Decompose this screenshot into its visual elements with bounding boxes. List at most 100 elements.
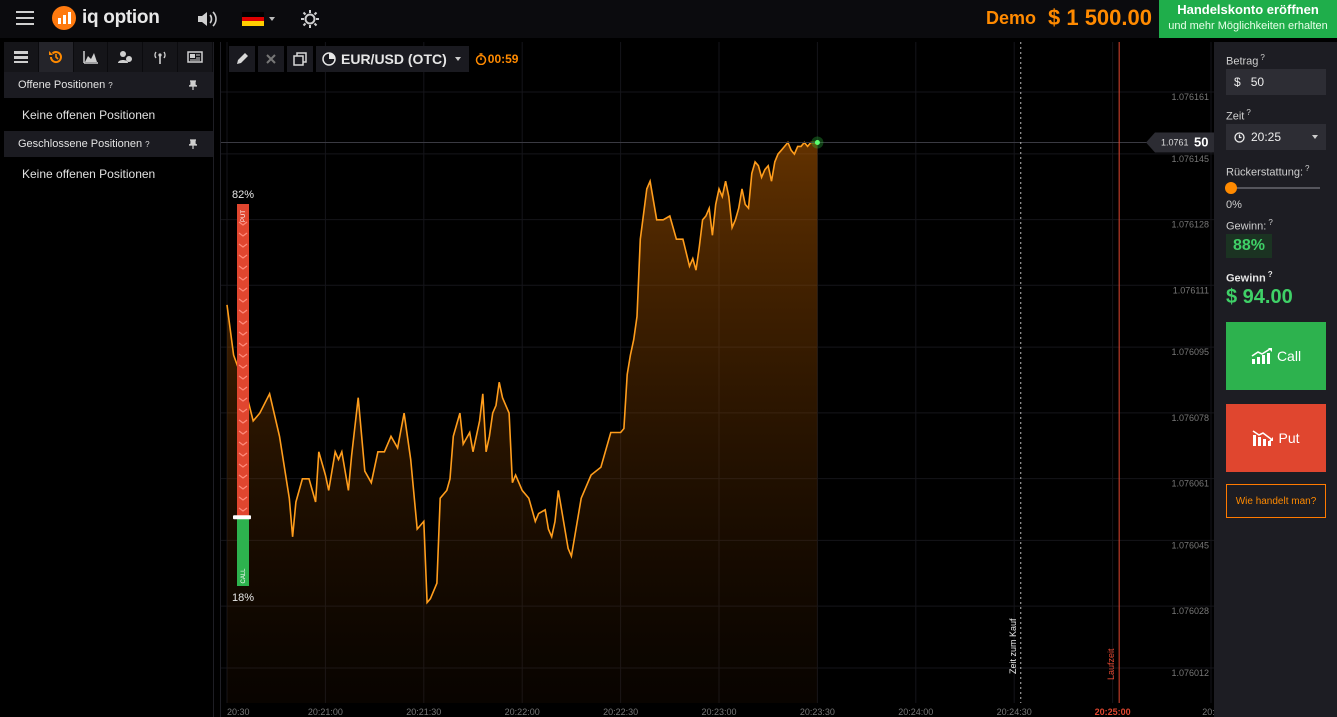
chart-icon[interactable] [74, 42, 109, 72]
logo-text: iq option [82, 7, 160, 28]
how-to-trade-button[interactable]: Wie handelt man? [1226, 484, 1326, 518]
amount-label: Betrag? [1226, 53, 1265, 68]
users-icon[interactable] [108, 42, 144, 72]
copy-icon[interactable] [287, 46, 313, 72]
left-panel-tabs [4, 42, 213, 72]
refund-value: 0% [1226, 199, 1242, 211]
put-button[interactable]: Put [1226, 404, 1326, 472]
closed-positions-title: Geschlossene Positionen [18, 138, 143, 150]
asset-selector[interactable]: EUR/USD (OTC) [316, 46, 469, 72]
call-button[interactable]: Call [1226, 322, 1326, 390]
news-icon[interactable] [178, 42, 213, 72]
y-tick-label: 1.076012 [1171, 668, 1209, 678]
amount-value: 50 [1250, 75, 1265, 89]
y-tick-label: 1.076095 [1171, 347, 1209, 357]
open-positions-title: Offene Positionen [18, 79, 106, 91]
chevron-down-icon [1312, 135, 1318, 139]
help-icon[interactable]: ? [108, 81, 112, 90]
refund-slider-handle[interactable] [1225, 182, 1237, 194]
call-percentage: 18% [232, 592, 254, 604]
open-positions-header[interactable]: Offene Positionen ? [4, 72, 213, 98]
x-tick-label: 20:22:30 [603, 707, 638, 717]
clock-icon [1234, 131, 1245, 143]
brightness-icon[interactable] [300, 9, 320, 29]
y-tick-label: 1.076161 [1171, 92, 1209, 102]
help-icon[interactable]: ? [1268, 270, 1273, 279]
amount-input[interactable]: $ 50 [1226, 69, 1326, 95]
stopwatch-icon [475, 53, 487, 65]
profit-label-text: Gewinn: [1226, 220, 1267, 233]
open-account-title: Handelskonto eröffnen [1177, 2, 1319, 17]
help-icon[interactable]: ? [1246, 108, 1250, 117]
menu-icon[interactable] [16, 11, 34, 27]
y-tick-label: 1.076128 [1171, 220, 1209, 230]
signal-icon[interactable] [143, 42, 179, 72]
refund-label: Rückerstattung:? [1226, 164, 1310, 179]
x-tick-label: 20:22:00 [505, 707, 540, 717]
trend-down-icon [1253, 430, 1274, 446]
help-icon[interactable]: ? [1268, 218, 1272, 227]
chevron-down-icon [454, 57, 461, 61]
profit-label: Gewinn:? [1226, 218, 1273, 233]
currency-symbol: $ [1234, 75, 1241, 89]
account-balance[interactable]: $ 1 500.00 [1048, 5, 1152, 31]
time-label-text: Zeit [1226, 110, 1245, 123]
flag-de-icon[interactable] [242, 12, 264, 26]
help-icon[interactable]: ? [1260, 53, 1264, 62]
expiry-countdown: 00:59 [475, 52, 519, 66]
y-tick-label: 1.076061 [1171, 479, 1209, 489]
list-icon[interactable] [4, 42, 39, 72]
gain-label-text: Gewinn [1226, 272, 1266, 285]
sentiment-divider [233, 515, 251, 520]
y-tick-label: 1.076145 [1171, 154, 1209, 164]
open-account-button[interactable]: Handelskonto eröffnen und mehr Möglichke… [1159, 0, 1337, 38]
asset-name: EUR/USD (OTC) [341, 51, 447, 67]
open-account-subtitle: und mehr Möglichkeiten erhalten [1168, 20, 1328, 32]
current-price-tag: 1.0761 50 [1146, 132, 1215, 153]
current-price-prefix: 1.0761 [1161, 138, 1189, 148]
call-bar-label: CALL [241, 568, 247, 584]
countdown-text: 00:59 [487, 52, 519, 66]
y-tick-label: 1.076111 [1173, 285, 1209, 295]
trade-panel: Betrag? $ 50 Zeit? 20:25 Rückerstattung:… [1214, 42, 1337, 717]
speaker-icon[interactable] [196, 9, 218, 29]
put-label: Put [1278, 430, 1300, 446]
pencil-icon[interactable] [229, 46, 255, 72]
account-mode-label[interactable]: Demo [986, 8, 1036, 29]
x-tick-label: 20:23:00 [701, 707, 736, 717]
expiry-label: Laufzeit [1106, 648, 1116, 680]
expiry-time-select[interactable]: 20:25 [1226, 124, 1326, 150]
x-tick-label: 20:24:00 [898, 707, 933, 717]
x-tick-label: 20:30 [227, 707, 250, 717]
time-value: 20:25 [1251, 130, 1282, 144]
language-caret-icon[interactable] [269, 17, 275, 21]
call-label: Call [1276, 348, 1302, 364]
pin-icon[interactable] [189, 80, 197, 90]
purchase-time-label: Zeit zum Kauf [1008, 618, 1018, 674]
logo-icon [52, 6, 76, 30]
history-icon[interactable] [38, 42, 74, 72]
put-percentage: 82% [232, 189, 254, 201]
trend-up-icon [1251, 348, 1272, 364]
refund-slider[interactable] [1228, 187, 1320, 189]
x-tick-label: 20:21:00 [308, 707, 343, 717]
chart-toolbar: EUR/USD (OTC) 00:59 [229, 46, 518, 72]
price-chart[interactable]: 1.076161 1.076145 1.076128 1.076111 1.076095… [221, 42, 1215, 717]
y-tick-label: 1.076045 [1171, 540, 1209, 550]
time-label: Zeit? [1226, 108, 1251, 123]
x-tick-label: 20:24:30 [997, 707, 1032, 717]
clock-icon [322, 52, 336, 66]
logo[interactable]: iq option [52, 6, 160, 30]
open-positions-empty: Keine offenen Positionen [22, 108, 156, 122]
closed-positions-empty: Keine offenen Positionen [22, 167, 156, 181]
help-icon[interactable]: ? [1305, 164, 1309, 173]
close-icon[interactable] [258, 46, 284, 72]
closed-positions-header[interactable]: Geschlossene Positionen ? [4, 131, 213, 157]
current-price-suffix: 50 [1194, 135, 1208, 150]
profit-percent-badge: 88% [1226, 234, 1272, 258]
chart-area[interactable]: 1.076161 1.076145 1.076128 1.076111 1.076095… [220, 42, 1215, 717]
pin-icon[interactable] [189, 139, 197, 149]
help-icon[interactable]: ? [145, 140, 149, 149]
left-panel: Offene Positionen ? Keine offenen Positi… [4, 42, 214, 717]
put-sentiment-bar [237, 204, 249, 518]
